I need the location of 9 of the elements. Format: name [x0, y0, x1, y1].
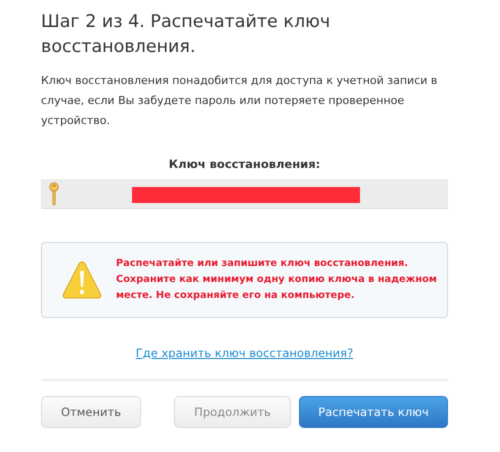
warning-text: Распечатайте или запишите ключ восстановления. Сохраните как минимум одну копию ключа в надежном месте. Не сохраняйте его на компьютере.: [116, 257, 438, 303]
description-text: Ключ восстановления понадобится для доступа к учетной записи в случае, если Вы забудете пароль или потеряете проверенное устройство.: [41, 73, 438, 129]
warning-icon: [62, 260, 102, 300]
page-title: Шаг 2 из 4. Распечатайте ключ восстановления.: [41, 11, 332, 59]
key-label: Ключ восстановления:: [168, 157, 322, 171]
key-icon: [49, 182, 59, 206]
print-button[interactable]: Распечатать ключ: [299, 396, 448, 428]
cancel-button[interactable]: Отменить: [41, 396, 141, 428]
help-link[interactable]: Где хранить ключ восстановления?: [136, 346, 354, 360]
